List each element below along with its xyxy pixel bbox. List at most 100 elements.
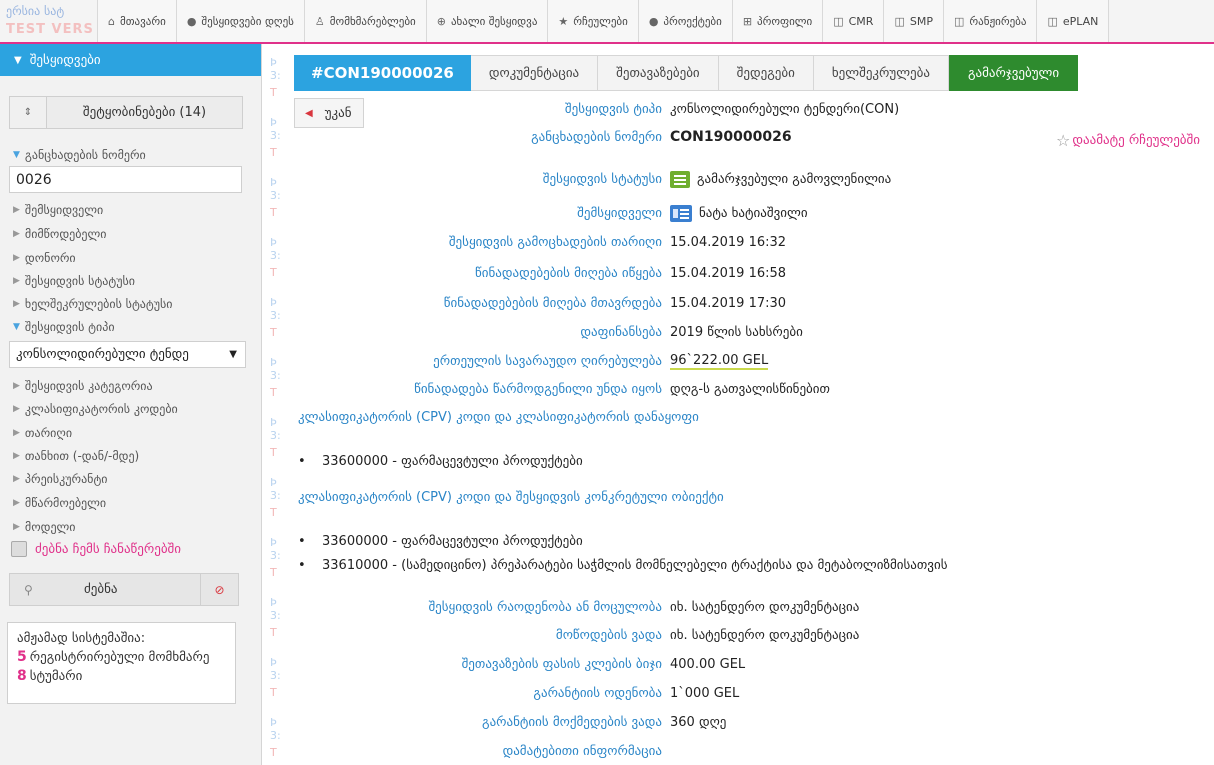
purchase-type-select[interactable]: კონსოლიდირებული ტენდე ▼ [9,341,246,368]
purchase-detail-panel: #CON190000026 დოკუმენტაცია შეთავაზებები შედ… [290,44,1214,765]
top-nav-label: რანჟირება [969,14,1027,28]
watermark-text: Þ 3: [270,356,281,382]
clear-filters-button[interactable]: ⊘ [201,573,239,606]
search-my-records-toggle[interactable]: ძებნა ჩემს ჩანაწერებში [11,541,181,557]
row-extra-info: დამატებითი ინფორმაცია [290,740,1214,762]
online-users-label: რეგისტრირებული მომხმარე [29,650,210,665]
filter-donor[interactable]: ▶ დონორი [13,251,76,265]
top-nav-tab[interactable]: ● პროექტები [637,0,732,42]
filter-cpv-codes[interactable]: ▶ კლასიფიკატორის კოდები [13,402,178,416]
purchase-status-label: შესყიდვის სტატუსი [542,171,662,187]
home-icon: ⌂ [108,14,115,28]
detail-tab[interactable]: დოკუმენტაცია [470,55,599,91]
offers-start-value: 15.04.2019 16:58 [670,265,787,281]
top-nav-tab[interactable]: ◫ SMP [883,0,943,42]
watermark-text: T [270,326,277,339]
top-nav-label: მომხმარებლები [329,14,416,28]
filter-application-number[interactable]: ▼ განცხადების ნომერი [13,148,146,162]
filter-supplier[interactable]: ▶ მიმწოდებელი [13,227,107,241]
cpv-item-text: 33600000 - ფარმაცევტული პროდუქტები [322,534,583,549]
filter-label: თარიღი [24,426,73,440]
notifications-button[interactable]: შეტყობინებები (14) [47,96,243,129]
notifications-toggle-button[interactable]: ⇕ [9,96,47,129]
watermark-text: T [270,446,277,459]
online-guests-line: 8 სტუმარი [17,668,235,684]
search-button-label: ძებნა [84,582,118,597]
top-nav-tab[interactable]: ◫ ePLAN [1036,0,1110,42]
detail-tab[interactable]: გამარჯვებული [948,55,1079,91]
my-records-checkbox[interactable] [11,541,27,557]
estimated-value-amount: 96`222.00 GEL [670,352,769,370]
funding-label: დაფინანსება [580,324,662,340]
filter-price-list[interactable]: ▶ პრეისკურანტი [13,472,108,486]
top-nav-tab[interactable]: ● შესყიდვები დღეს [175,0,304,42]
site-logo[interactable]: ერსია სატ TEST VERS [0,0,96,42]
application-number-input[interactable]: 0026 [9,166,242,193]
detail-tab[interactable]: შედეგები [718,55,814,91]
filter-label: შემსყიდველი [24,203,104,217]
filter-purchase-status[interactable]: ▶ შესყიდვის სტატუსი [13,274,135,288]
detail-tabs: #CON190000026 დოკუმენტაცია შეთავაზებები შედ… [294,55,1079,91]
filter-purchase-type[interactable]: ▼ შესყიდვის ტიპი [13,320,115,334]
offers-end-label: წინადადებების მიღება მთავრდება [443,295,662,311]
filter-contract-status[interactable]: ▶ ხელშეკრულების სტატუსი [13,297,173,311]
buyer-name: ნატა ხატიაშვილი [699,205,808,221]
sidebar-header-purchases[interactable]: ▼ შესყიდვები [0,44,261,76]
detail-tab[interactable]: #CON190000026 [294,55,471,91]
buyer-value[interactable]: ნატა ხატიაშვილი [670,204,808,222]
watermark-text: Þ 3: [270,716,281,742]
filter-label: დონორი [24,251,76,265]
cpv-object-item: • 33610000 - (სამედიცინო) პრეპარატები სა… [298,558,948,573]
top-nav-label: მთავარი [119,14,166,28]
top-nav-tab[interactable]: ♙ მომხმარებლები [303,0,426,42]
cpv-item-text: 33600000 - ფარმაცევტული პროდუქტები [322,454,583,469]
row-offers-end: წინადადებების მიღება მთავრდება 15.04.201… [290,292,1214,314]
row-guarantee-amount: გარანტიის ოდენობა 1`000 GEL [290,682,1214,704]
row-purchase-status: შესყიდვის სტატუსი გამარჯვებული გამოვლენი… [290,167,1214,191]
search-button[interactable]: ⚲ ძებნა [9,573,201,606]
filter-amount[interactable]: ▶ თანხით (-დან/-მდე) [13,449,139,463]
detail-tab[interactable]: ხელშეკრულება [813,55,949,91]
search-controls: ⚲ ძებნა ⊘ [9,573,239,606]
watermark-text: Þ 3: [270,296,281,322]
online-users-box: ამჟამად სისტემაშია: 5 რეგისტრირებული მომხ… [7,622,236,704]
watermark-text: Þ 3: [270,176,281,202]
filter-category[interactable]: ▶ შესყიდვის კატეგორია [13,379,153,393]
online-guests-label: სტუმარი [29,669,83,684]
online-users-count: 5 [17,649,27,665]
guarantee-term-value: 360 დღე [670,714,727,730]
top-nav-tab[interactable]: ⊕ ახალი შესყიდვა [425,0,548,42]
select-value: კონსოლიდირებული ტენდე [16,347,189,362]
top-nav-tab[interactable]: ★ რჩეულები [547,0,638,42]
filter-date[interactable]: ▶ თარიღი [13,426,72,440]
sidebar-title: შესყიდვები [29,52,101,68]
contact-card-icon [670,204,692,222]
link-icon: ◫ [1047,14,1058,28]
cpv-object-item: • 33600000 - ფარმაცევტული პროდუქტები [298,534,583,549]
top-nav-tab[interactable]: ◫ რანჟირება [942,0,1037,42]
top-nav-tab[interactable]: ⌂ მთავარი [97,0,176,42]
filter-label: შესყიდვის სტატუსი [24,274,135,288]
filter-producer[interactable]: ▶ მწარმოებელი [13,496,106,510]
row-guarantee-term: გარანტიის მოქმედების ვადა 360 დღე [290,711,1214,733]
detail-tab[interactable]: შეთავაზებები [598,55,719,91]
sidebar: ▼ შესყიდვები ⇕ შეტყობინებები (14) ▼ განც… [0,44,262,765]
watermark-text: T [270,86,277,99]
cpv-section-heading: კლასიფიკატორის (CPV) კოდი და კლასიფიკატო… [298,410,699,425]
top-nav-label: CMR [848,14,874,28]
guarantee-amount-value: 1`000 GEL [670,685,740,701]
purchase-type-label: შესყიდვის ტიპი [564,101,662,117]
online-title: ამჟამად სისტემაშია: [17,631,146,646]
offers-end-value: 15.04.2019 17:30 [670,295,787,311]
watermark-text: T [270,266,277,279]
row-offer-form: წინადადება წარმოდგენილი უნდა იყოს დღგ-ს … [290,378,1214,400]
row-announce-date: შესყიდვის გამოცხადების თარიღი 15.04.2019… [290,231,1214,253]
price-step-label: შეთავაზების ფასის კლების ბიჯი [461,656,662,672]
caret-down-icon: ▼ [13,150,20,160]
extra-info-label[interactable]: დამატებითი ინფორმაცია [290,744,670,759]
filter-buyer[interactable]: ▶ შემსყიდველი [13,203,103,217]
top-nav-tab[interactable]: ◫ CMR [822,0,884,42]
top-nav-tab[interactable]: ⊞ პროფილი [731,0,823,42]
logo-text-line2: TEST VERS [6,22,94,37]
filter-model[interactable]: ▶ მოდელი [13,520,76,534]
